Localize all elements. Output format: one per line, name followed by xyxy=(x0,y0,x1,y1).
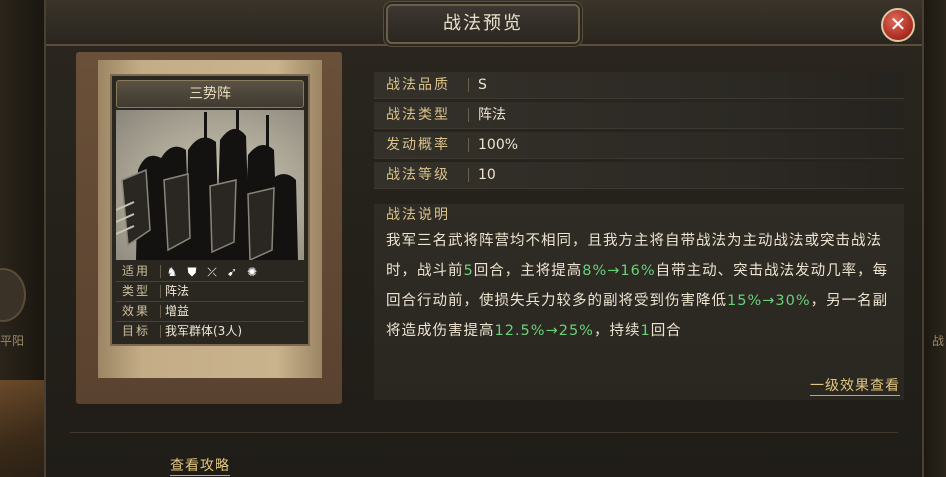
soldiers-silhouette-icon xyxy=(116,110,298,260)
divider xyxy=(160,285,161,298)
cavalry-icon: ♞ xyxy=(166,264,178,279)
desc-highlight: 12.5%→25% xyxy=(494,323,594,339)
desc-highlight: 1 xyxy=(640,323,651,339)
dialog-header: 战法预览 xyxy=(46,0,922,46)
desc-highlight: 5 xyxy=(463,263,474,279)
attr-level: 战法等级 10 xyxy=(374,162,904,189)
desc-part: ，持续 xyxy=(593,323,641,339)
info-key: 目标 xyxy=(121,324,150,338)
unit-type-icons: ♞ ⛊ ⤫ ➹ ✺ xyxy=(165,262,259,281)
divider xyxy=(160,265,161,278)
attr-key: 战法等级 xyxy=(386,167,450,183)
attr-key: 战法品质 xyxy=(386,77,450,93)
attr-value: 阵法 xyxy=(478,107,506,123)
background-circle xyxy=(0,268,26,322)
background-portrait xyxy=(0,380,44,477)
description-text: 我军三名武将阵营均不相同，且我方主将自带战法为主动战法或突击战法时，战斗前5回合… xyxy=(386,226,894,346)
dialog-title: 战法预览 xyxy=(386,4,580,44)
tactic-artwork xyxy=(116,110,304,260)
attr-value: S xyxy=(478,77,487,93)
desc-part: 回合 xyxy=(650,323,682,339)
desc-highlight: 8%→16% xyxy=(582,263,656,279)
attr-probability: 发动概率 100% xyxy=(374,132,904,159)
info-row-applicable: 适用 ♞ ⛊ ⤫ ➹ ✺ xyxy=(116,262,304,282)
desc-highlight: 15%→30% xyxy=(727,293,811,309)
divider xyxy=(160,325,161,338)
divider xyxy=(468,168,469,182)
guide-link[interactable]: 查看攻略 xyxy=(170,455,230,476)
close-button[interactable]: ✕ xyxy=(881,8,915,42)
bow-icon: ⤫ xyxy=(207,264,217,279)
background-left-text: 平阳 xyxy=(0,334,25,348)
desc-part: 回合，主将提高 xyxy=(473,263,583,279)
tactic-info-table: 适用 ♞ ⛊ ⤫ ➹ ✺ 类型 阵法 效果 增益 目标 我军群体(3人) xyxy=(116,262,304,341)
tactic-card: 三势阵 适用 ♞ ⛊ ⤫ ➹ ✺ 类型 阵法 效果 增益 目标 我军群体(3人) xyxy=(110,74,310,346)
info-key: 类型 xyxy=(121,284,150,298)
spear-icon: ➹ xyxy=(226,264,238,279)
attr-quality: 战法品质 S xyxy=(374,72,904,99)
attr-value: 10 xyxy=(478,167,496,183)
info-row-target: 目标 我军群体(3人) xyxy=(116,322,304,341)
info-key: 效果 xyxy=(121,304,150,318)
background-right-text: 战 xyxy=(931,334,944,348)
background-left-edge: 平阳 xyxy=(0,0,44,477)
divider xyxy=(468,138,469,152)
attr-value: 100% xyxy=(478,137,519,153)
divider xyxy=(160,305,161,318)
tactic-preview-dialog: 战法预览 ✕ 三势阵 适用 ♞ ⛊ ⤫ ➹ ✺ 类型 阵法 效果 增益 目标 我… xyxy=(44,0,924,477)
attr-key: 战法类型 xyxy=(386,107,450,123)
divider xyxy=(468,78,469,92)
description-title: 战法说明 xyxy=(386,207,450,223)
close-icon: ✕ xyxy=(889,12,907,36)
info-value: 我军群体(3人) xyxy=(165,324,242,338)
info-key: 适用 xyxy=(121,264,150,278)
attr-key: 发动概率 xyxy=(386,137,450,153)
chariot-icon: ✺ xyxy=(246,264,258,279)
description-panel: 战法说明 我军三名武将阵营均不相同，且我方主将自带战法为主动战法或突击战法时，战… xyxy=(374,204,904,400)
info-value: 阵法 xyxy=(165,284,190,298)
tactic-name: 三势阵 xyxy=(116,80,304,108)
effect-view-link[interactable]: 一级效果查看 xyxy=(810,375,900,396)
info-row-effect: 效果 增益 xyxy=(116,302,304,322)
info-value: 增益 xyxy=(165,304,190,318)
info-row-type: 类型 阵法 xyxy=(116,282,304,302)
divider xyxy=(468,108,469,122)
attr-type: 战法类型 阵法 xyxy=(374,102,904,129)
shield-icon: ⛊ xyxy=(187,264,197,279)
footer-divider xyxy=(70,432,898,433)
